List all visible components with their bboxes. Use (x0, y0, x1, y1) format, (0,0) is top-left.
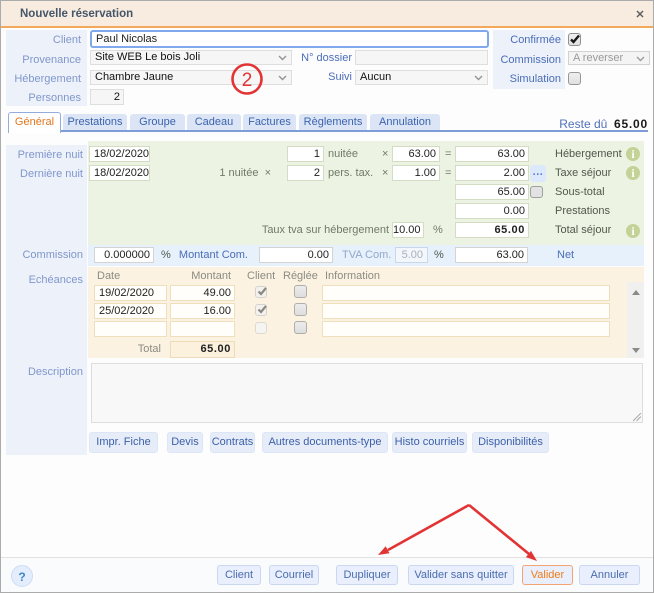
svg-text:2: 2 (242, 70, 253, 91)
